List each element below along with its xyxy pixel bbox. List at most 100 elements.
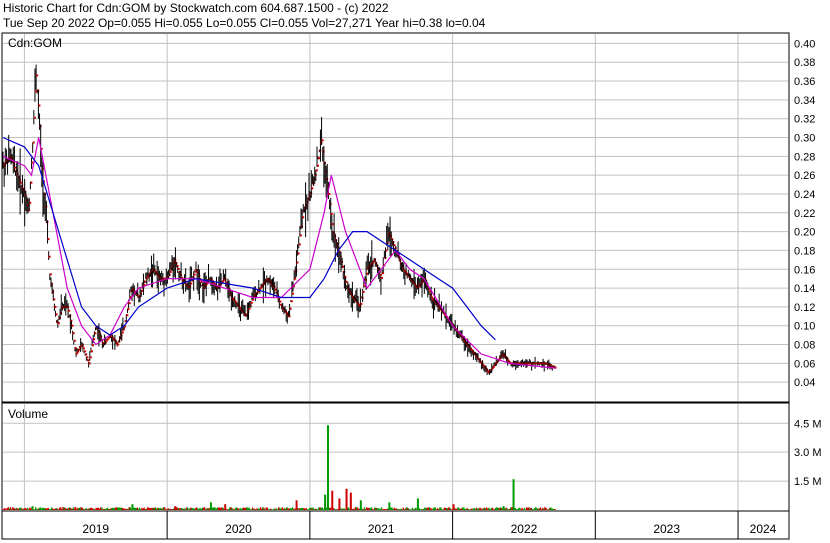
close-marker [14,166,17,169]
volume-spike [31,506,34,510]
volume-spike [388,502,391,510]
close-marker [393,244,396,247]
price-tick-label: 0.22 [794,208,815,220]
close-marker [345,280,348,283]
close-marker [89,356,92,359]
volume-spike [502,506,505,510]
price-tick-label: 0.32 [794,114,815,126]
close-marker [47,238,50,241]
year-tick-label: 2022 [511,522,538,536]
volume-tick-label: 1.5 M [794,476,822,488]
close-marker [311,187,314,190]
close-marker [127,308,130,311]
grid-lines [3,34,788,539]
close-marker [297,252,300,255]
close-marker [85,353,88,356]
volume-tick-label: 4.5 M [794,418,822,430]
close-marker [30,181,33,184]
close-marker [72,332,75,335]
close-marker [78,348,81,351]
volume-spike [326,425,329,510]
close-marker [274,288,277,291]
close-marker [48,255,51,258]
close-marker [29,201,32,204]
close-marker [331,223,334,226]
volume-spike [74,507,77,510]
price-panel-frame [1,32,790,403]
close-marker [302,216,305,219]
close-marker [53,298,56,301]
close-marker [121,331,124,334]
price-tick-label: 0.40 [794,38,815,50]
close-marker [144,280,147,283]
close-marker [248,307,251,310]
volume-spike [209,502,212,510]
close-marker [94,332,97,335]
price-tick-label: 0.28 [794,151,815,163]
close-marker [117,343,120,346]
close-marker [73,339,76,342]
close-marker [298,243,301,246]
price-tick-label: 0.18 [794,245,815,257]
close-marker [380,276,383,279]
close-marker [126,314,129,317]
close-marker [318,157,321,160]
close-marker [34,90,37,93]
volume-spike [512,479,515,510]
price-volume-chart: 0.04 0.06 0.08 0.10 0.12 0.14 0.16 0.18 0.20 0.22… [1,32,822,540]
volume-spike [324,494,327,510]
price-tick-label: 0.14 [794,283,815,295]
year-tick-label: 2020 [225,522,252,536]
close-marker [71,324,74,327]
close-marker [385,249,388,252]
price-tick-label: 0.38 [794,57,815,69]
year-tick-label: 2024 [750,522,777,536]
volume-spike [416,498,419,510]
close-marker [291,292,294,295]
price-tick-label: 0.24 [794,189,815,201]
close-marker [382,272,385,275]
close-marker [321,139,324,142]
close-marker [90,350,93,353]
year-tick-label: 2021 [368,522,395,536]
volume-label: Volume [8,407,48,421]
close-marker [169,270,172,273]
price-tick-label: 0.10 [794,321,815,333]
price-tick-label: 0.26 [794,170,815,182]
close-marker [76,352,79,355]
close-marker [193,273,196,276]
close-marker [32,141,35,144]
price-tick-label: 0.06 [794,358,815,370]
price-tick-label: 0.20 [794,227,815,239]
volume-bars [3,425,556,510]
close-marker [250,301,253,304]
volume-spike [331,490,334,510]
close-marker [128,302,131,305]
volume-spike [345,488,348,510]
price-tick-label: 0.04 [794,377,815,389]
close-marker [68,309,71,312]
close-marker [190,282,193,285]
close-marker [360,302,363,305]
volume-spike [349,492,352,510]
close-marker [428,290,431,293]
moving-averages [2,136,556,369]
close-marker [177,267,180,270]
price-tick-label: 0.08 [794,340,815,352]
volume-spike [452,504,455,510]
volume-spike [174,506,177,510]
close-marker [279,300,282,303]
symbol-label: Cdn:GOM [8,36,62,50]
close-marker [289,307,292,310]
price-tick-label: 0.34 [794,95,815,107]
price-tick-label: 0.12 [794,302,815,314]
volume-spike [338,498,341,510]
close-marker [317,164,319,167]
close-marker [315,169,318,172]
price-bars [2,64,557,376]
price-tick-label: 0.30 [794,133,815,145]
close-marker [296,261,299,264]
close-marker [92,344,95,347]
close-marker [38,104,41,107]
close-marker [87,359,90,362]
